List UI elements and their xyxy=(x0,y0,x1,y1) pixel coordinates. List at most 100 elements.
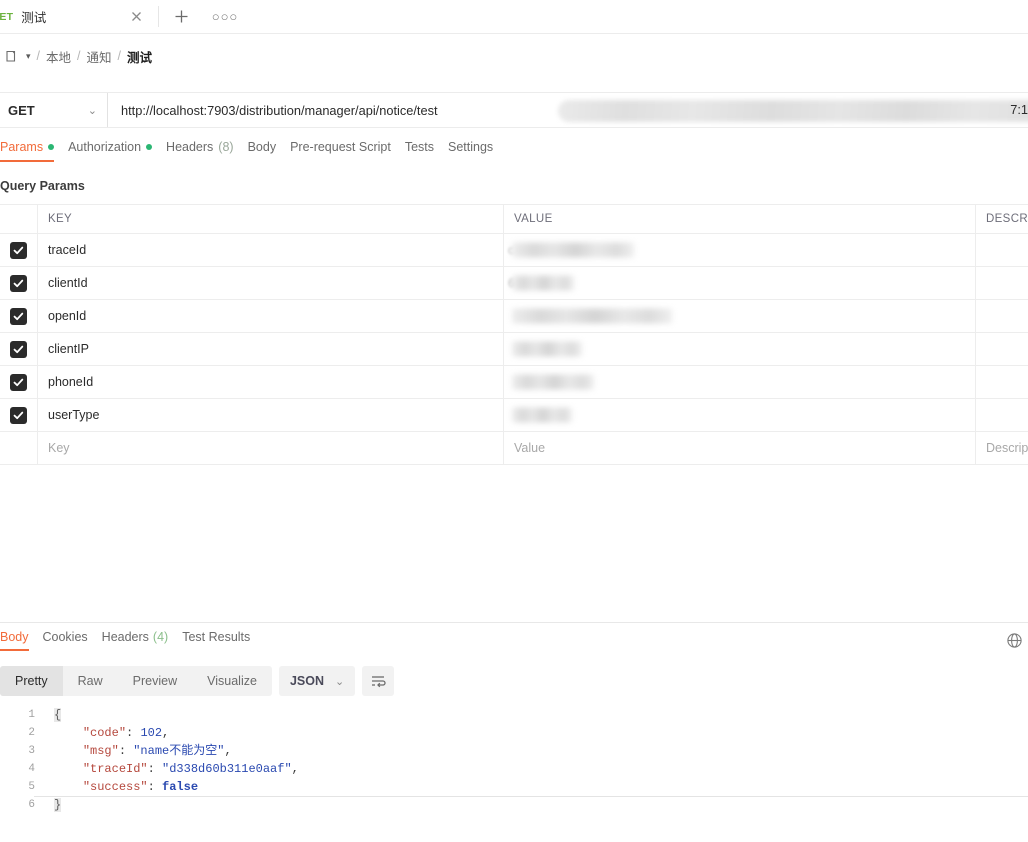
param-key[interactable]: openId xyxy=(38,300,504,332)
row-checkbox-cell[interactable] xyxy=(0,399,38,431)
url-cursor-position: 7:1 xyxy=(1010,102,1028,117)
json-colon: : xyxy=(126,726,141,740)
table-row[interactable]: phoneId xyxy=(0,366,1028,399)
folder-icon[interactable] xyxy=(6,50,20,63)
tab-settings-label: Settings xyxy=(448,140,494,154)
code-line-5: "success": false xyxy=(54,778,1028,796)
tab-pre-request-script[interactable]: Pre-request Script xyxy=(290,140,405,162)
response-format-label: JSON xyxy=(289,674,324,688)
checkbox-checked-icon[interactable] xyxy=(10,307,27,325)
more-options-icon[interactable]: ○○○ xyxy=(203,0,247,33)
tab-params[interactable]: Params xyxy=(0,140,68,162)
view-mode-visualize[interactable]: Visualize xyxy=(192,666,272,696)
param-value-redacted xyxy=(512,275,574,291)
line-number: 1 xyxy=(28,709,35,721)
param-key[interactable]: clientId xyxy=(38,267,504,299)
request-section-tabs: Params Authorization Headers (8) Body Pr… xyxy=(0,140,1028,168)
json-comma: , xyxy=(291,762,299,776)
column-header-value: VALUE xyxy=(504,205,976,233)
line-number: 5 xyxy=(28,781,35,793)
param-key[interactable]: clientIP xyxy=(38,333,504,365)
view-mode-pretty[interactable]: Pretty xyxy=(0,666,63,696)
param-key-placeholder[interactable]: Key xyxy=(38,432,504,464)
tab-headers[interactable]: Headers (8) xyxy=(166,140,248,162)
tab-method-label: GET xyxy=(0,10,14,23)
code-bottom-border xyxy=(34,796,1028,797)
globe-icon[interactable] xyxy=(1003,629,1025,651)
response-body-code[interactable]: 1 2 3 4 5 6 { "code": 102, "msg": "name不… xyxy=(0,706,1028,826)
param-description-placeholder[interactable]: Descrip xyxy=(976,432,1028,464)
breadcrumb-item-0[interactable]: 本地 xyxy=(46,47,71,66)
param-value[interactable] xyxy=(504,399,976,431)
tab-authorization-label: Authorization xyxy=(68,140,142,154)
tab-body[interactable]: Body xyxy=(248,140,291,162)
code-content[interactable]: { "code": 102, "msg": "name不能为空", "trace… xyxy=(34,706,1028,826)
json-value: 102 xyxy=(140,726,163,740)
param-description[interactable] xyxy=(976,234,1028,266)
tab-title-label: 测试 xyxy=(21,11,47,25)
tab-tests[interactable]: Tests xyxy=(405,140,448,162)
param-value[interactable]: 6 xyxy=(504,267,976,299)
param-description[interactable] xyxy=(976,366,1028,398)
param-value[interactable] xyxy=(504,333,976,365)
table-row-placeholder[interactable]: Key Value Descrip xyxy=(0,432,1028,465)
response-format-select[interactable]: JSON ⌄ xyxy=(278,666,356,696)
table-row[interactable]: clientIP xyxy=(0,333,1028,366)
code-line-3: "msg": "name不能为空", xyxy=(54,742,1028,760)
http-method-select[interactable]: GET ⌄ xyxy=(0,93,108,127)
param-description[interactable] xyxy=(976,399,1028,431)
line-number: 4 xyxy=(28,763,35,775)
plus-icon[interactable] xyxy=(159,0,203,33)
tab-response-cookies[interactable]: Cookies xyxy=(43,630,102,651)
row-checkbox-cell[interactable] xyxy=(0,267,38,299)
tab-response-headers-label: Headers xyxy=(101,630,149,644)
param-description[interactable] xyxy=(976,300,1028,332)
view-mode-preview[interactable]: Preview xyxy=(118,666,192,696)
tab-settings[interactable]: Settings xyxy=(448,140,507,162)
param-value-placeholder[interactable]: Value xyxy=(504,432,976,464)
url-input[interactable]: http://localhost:7903/distribution/manag… xyxy=(108,93,1028,127)
table-row[interactable]: openId xyxy=(0,300,1028,333)
tab-response-headers[interactable]: Headers (4) xyxy=(102,630,183,651)
table-row[interactable]: clientId 6 xyxy=(0,267,1028,300)
chevron-down-icon[interactable]: ▾ xyxy=(26,51,31,62)
checkbox-checked-icon[interactable] xyxy=(10,340,27,358)
checkbox-checked-icon[interactable] xyxy=(10,373,27,391)
close-icon[interactable] xyxy=(126,7,146,27)
line-number: 3 xyxy=(28,745,35,757)
checkbox-checked-icon[interactable] xyxy=(10,274,27,292)
row-checkbox-cell[interactable] xyxy=(0,333,38,365)
checkbox-checked-icon[interactable] xyxy=(10,406,27,424)
param-value[interactable]: c xyxy=(504,234,976,266)
json-open-brace: { xyxy=(54,708,62,722)
param-description[interactable] xyxy=(976,267,1028,299)
param-value[interactable] xyxy=(504,300,976,332)
checkbox-checked-icon[interactable] xyxy=(10,241,27,259)
view-mode-raw[interactable]: Raw xyxy=(63,666,118,696)
param-key[interactable]: traceId xyxy=(38,234,504,266)
param-value[interactable] xyxy=(504,366,976,398)
request-tab-strip: GET 测试 ○○○ xyxy=(0,0,1028,33)
tab-authorization[interactable]: Authorization xyxy=(68,140,166,162)
json-value: false xyxy=(162,780,199,794)
row-checkbox-cell[interactable] xyxy=(0,300,38,332)
param-key[interactable]: phoneId xyxy=(38,366,504,398)
breadcrumb-item-1[interactable]: 通知 xyxy=(87,47,112,66)
param-value-redacted xyxy=(512,407,572,423)
tab-response-body[interactable]: Body xyxy=(0,630,43,651)
param-description[interactable] xyxy=(976,333,1028,365)
request-tab-test[interactable]: GET 测试 xyxy=(0,0,158,33)
tab-test-results[interactable]: Test Results xyxy=(182,630,264,651)
column-header-key: KEY xyxy=(38,205,504,233)
wrap-lines-icon[interactable] xyxy=(362,666,395,696)
table-row[interactable]: traceId c xyxy=(0,234,1028,267)
table-row[interactable]: userType xyxy=(0,399,1028,432)
param-key[interactable]: userType xyxy=(38,399,504,431)
breadcrumb-item-current[interactable]: 测试 xyxy=(127,47,152,66)
row-checkbox-cell[interactable] xyxy=(0,366,38,398)
tab-pre-request-script-label: Pre-request Script xyxy=(290,140,391,154)
line-number-gutter: 1 2 3 4 5 6 xyxy=(0,706,44,826)
row-checkbox-cell[interactable] xyxy=(0,234,38,266)
json-colon: : xyxy=(118,744,134,758)
http-method-label: GET xyxy=(8,102,35,118)
